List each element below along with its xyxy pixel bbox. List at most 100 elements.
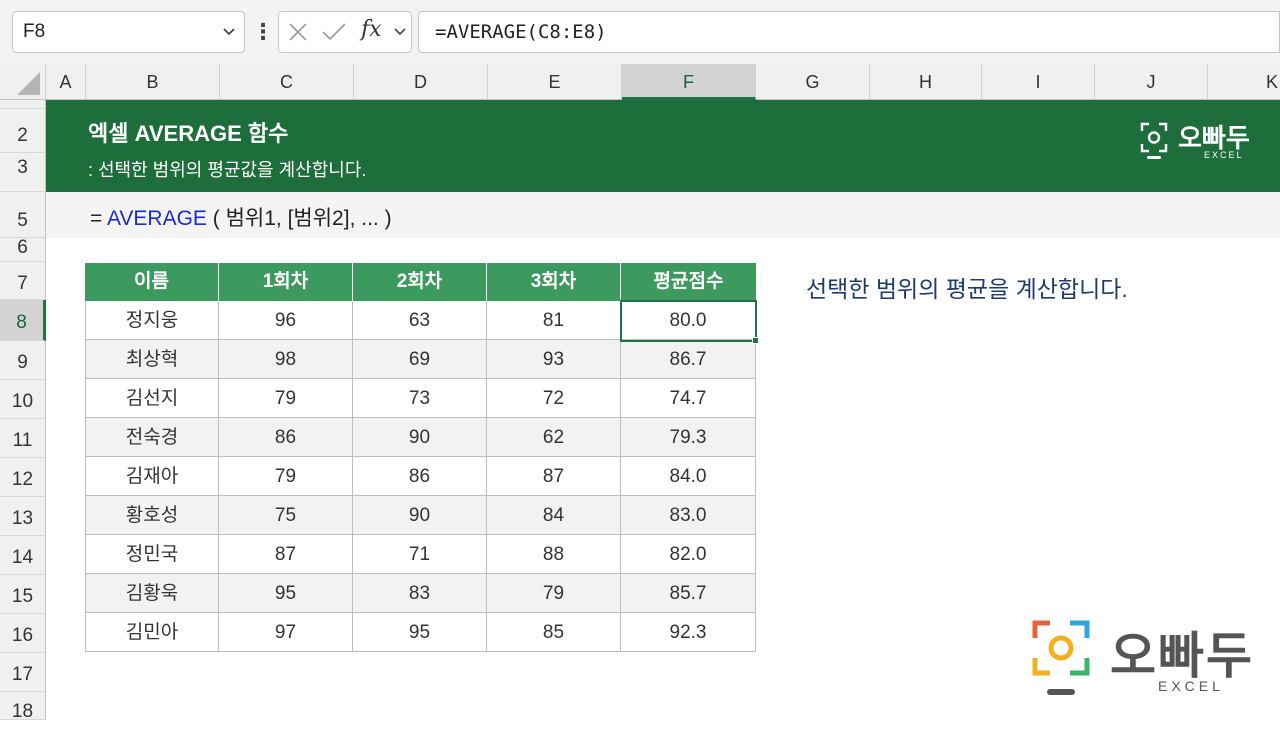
table-cell-round1[interactable]: 96	[219, 301, 353, 340]
table-cell-name[interactable]: 김선지	[85, 379, 219, 418]
column-header-g[interactable]: G	[756, 64, 870, 100]
table-cell-name[interactable]: 정민국	[85, 535, 219, 574]
fill-handle[interactable]	[752, 337, 759, 344]
table-cell-round2[interactable]: 90	[353, 418, 487, 457]
formula-input[interactable]: =AVERAGE(C8:E8)	[418, 11, 1280, 53]
row-header-14[interactable]: 14	[0, 536, 46, 575]
table-cell-round3[interactable]: 93	[487, 340, 621, 379]
row-header-10[interactable]: 10	[0, 380, 46, 419]
table-cell-average[interactable]: 85.7	[621, 574, 756, 613]
table-cell-name[interactable]: 황호성	[85, 496, 219, 535]
table-cell-average[interactable]: 83.0	[621, 496, 756, 535]
table-cell-round3[interactable]: 79	[487, 574, 621, 613]
banner-title: 엑셀 AVERAGE 함수	[88, 121, 289, 146]
column-header-f[interactable]: F	[622, 64, 756, 100]
table-cell-name[interactable]: 정지웅	[85, 301, 219, 340]
column-header-e[interactable]: E	[488, 64, 622, 100]
table-cell-round1[interactable]: 79	[219, 379, 353, 418]
row-header-17[interactable]: 17	[0, 653, 46, 692]
row-header-8[interactable]: 8	[0, 300, 46, 341]
column-header-j[interactable]: J	[1095, 64, 1208, 100]
table-cell-average[interactable]: 86.7	[621, 340, 756, 379]
brand-logo-small: 오빠두 EXCEL	[1138, 118, 1258, 162]
row-header-9[interactable]: 9	[0, 341, 46, 380]
table-cell-round2[interactable]: 95	[353, 613, 487, 652]
table-cell-round2[interactable]: 86	[353, 457, 487, 496]
column-header-a[interactable]: A	[46, 64, 86, 100]
select-all-corner[interactable]	[0, 64, 46, 100]
table-cell-round3[interactable]: 88	[487, 535, 621, 574]
row-header-7[interactable]: 7	[0, 262, 46, 300]
column-header-d[interactable]: D	[354, 64, 488, 100]
name-box[interactable]: F8	[12, 11, 245, 53]
column-header-k[interactable]: K	[1208, 64, 1280, 100]
table-cell-round2[interactable]: 69	[353, 340, 487, 379]
table-cell-average[interactable]: 79.3	[621, 418, 756, 457]
table-cell-round2[interactable]: 83	[353, 574, 487, 613]
chevron-down-icon[interactable]	[222, 12, 236, 67]
brand-sub-large: EXCEL	[1158, 678, 1224, 694]
banner-subtitle: : 선택한 범위의 평균값을 계산합니다.	[88, 160, 367, 180]
chevron-down-icon[interactable]	[393, 12, 407, 57]
table-cell-round2[interactable]: 73	[353, 379, 487, 418]
table-cell-average[interactable]: 82.0	[621, 535, 756, 574]
row-header-18[interactable]: 18	[0, 692, 46, 722]
table-cell-round1[interactable]: 97	[219, 613, 353, 652]
table-cell-round3[interactable]: 85	[487, 613, 621, 652]
syntax-line: = AVERAGE ( 범위1, [범위2], ... )	[90, 202, 392, 232]
table-cell-name[interactable]: 전숙경	[85, 418, 219, 457]
table-cell-round2[interactable]: 71	[353, 535, 487, 574]
syntax-arguments: ( 범위1, [범위2], ... )	[206, 207, 392, 230]
table-cell-round3[interactable]: 81	[487, 301, 621, 340]
insert-function-icon[interactable]: fx	[361, 17, 382, 42]
table-header-round1[interactable]: 1회차	[219, 263, 353, 301]
table-cell-average[interactable]: 92.3	[621, 613, 756, 652]
column-header-i[interactable]: I	[982, 64, 1095, 100]
row-header-6[interactable]: 6	[0, 238, 46, 262]
table-cell-round3[interactable]: 72	[487, 379, 621, 418]
logo-icon	[1140, 122, 1168, 159]
table-header-name[interactable]: 이름	[85, 263, 219, 301]
table-cell-round2[interactable]: 90	[353, 496, 487, 535]
description-text: 선택한 범위의 평균을 계산합니다.	[806, 276, 1128, 302]
active-cell-outline	[620, 300, 757, 342]
table-cell-round2[interactable]: 63	[353, 301, 487, 340]
table-cell-name[interactable]: 최상혁	[85, 340, 219, 379]
row-header-1[interactable]	[0, 100, 46, 109]
table-cell-name[interactable]: 김황욱	[85, 574, 219, 613]
logo-icon	[1032, 620, 1090, 695]
table-cell-average[interactable]: 84.0	[621, 457, 756, 496]
row-header-5[interactable]: 5	[0, 192, 46, 238]
table-cell-round1[interactable]: 98	[219, 340, 353, 379]
confirm-icon[interactable]	[321, 21, 347, 48]
table-cell-round1[interactable]: 87	[219, 535, 353, 574]
table-cell-round1[interactable]: 86	[219, 418, 353, 457]
more-options-icon[interactable]: ⋮	[252, 14, 274, 50]
row-header-11[interactable]: 11	[0, 419, 46, 458]
brand-logo-large: 오빠두 EXCEL	[1030, 616, 1260, 700]
table-cell-round3[interactable]: 87	[487, 457, 621, 496]
row-header-12[interactable]: 12	[0, 458, 46, 497]
brand-sub-small: EXCEL	[1204, 150, 1244, 160]
table-cell-average[interactable]: 74.7	[621, 379, 756, 418]
row-header-2[interactable]: 2	[0, 109, 46, 153]
syntax-function-name: AVERAGE	[106, 207, 207, 230]
row-header-15[interactable]: 15	[0, 575, 46, 614]
table-header-round3[interactable]: 3회차	[487, 263, 621, 301]
cancel-icon[interactable]	[287, 21, 309, 48]
table-cell-round1[interactable]: 95	[219, 574, 353, 613]
table-cell-round3[interactable]: 84	[487, 496, 621, 535]
table-cell-round3[interactable]: 62	[487, 418, 621, 457]
table-header-round2[interactable]: 2회차	[353, 263, 487, 301]
row-header-16[interactable]: 16	[0, 614, 46, 653]
column-header-h[interactable]: H	[870, 64, 982, 100]
table-header-average[interactable]: 평균점수	[621, 263, 756, 301]
column-header-c[interactable]: C	[220, 64, 354, 100]
column-header-b[interactable]: B	[86, 64, 220, 100]
row-header-13[interactable]: 13	[0, 497, 46, 536]
table-cell-round1[interactable]: 75	[219, 496, 353, 535]
row-header-3[interactable]: 3	[0, 153, 46, 192]
table-cell-name[interactable]: 김민아	[85, 613, 219, 652]
table-cell-round1[interactable]: 79	[219, 457, 353, 496]
table-cell-name[interactable]: 김재아	[85, 457, 219, 496]
